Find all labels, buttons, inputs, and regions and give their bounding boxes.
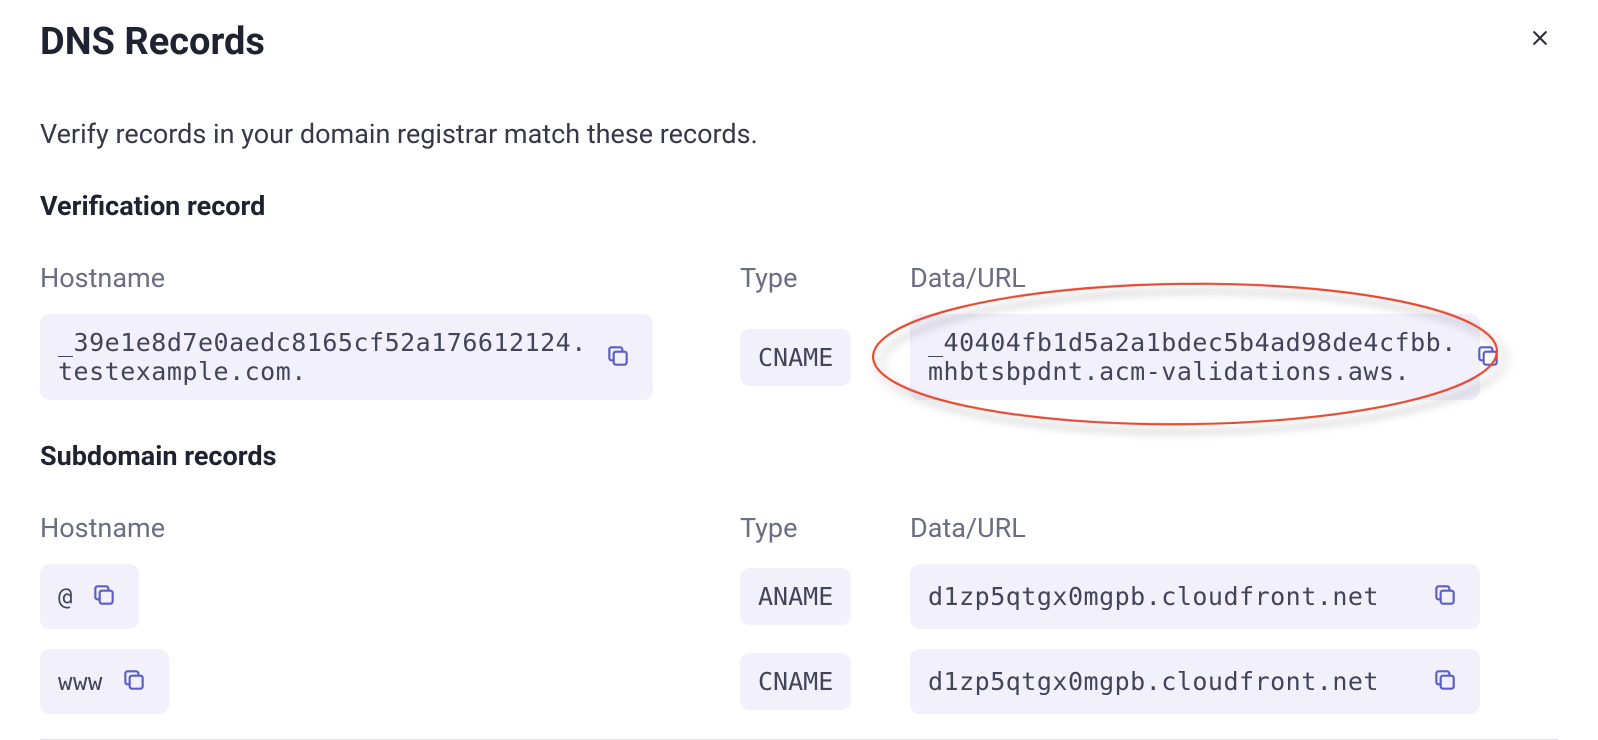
col-header-type: Type [740, 262, 890, 294]
col-header-data: Data/URL [910, 512, 1558, 544]
subdomain-data-value: d1zp5qtgx0mgpb.cloudfront.net [910, 649, 1480, 714]
subdomain-data-value: d1zp5qtgx0mgpb.cloudfront.net [910, 564, 1480, 629]
page-title: DNS Records [40, 20, 265, 64]
data-text: d1zp5qtgx0mgpb.cloudfront.net [928, 582, 1379, 611]
copy-data-button[interactable] [1428, 663, 1462, 700]
hostname-text-line1: _39e1e8d7e0aedc8165cf52a176612124. [58, 328, 587, 357]
subdomain-hostname-value: @ [40, 564, 139, 629]
copy-data-button[interactable] [1471, 339, 1505, 376]
copy-hostname-button[interactable] [117, 663, 151, 700]
type-text: CNAME [758, 667, 833, 696]
copy-hostname-button[interactable] [601, 339, 635, 376]
hostname-text: @ [58, 583, 73, 611]
subdomain-type-pill: ANAME [740, 568, 851, 625]
verification-record-grid: Hostname Type Data/URL _39e1e8d7e0aedc81… [40, 262, 1558, 400]
data-text: d1zp5qtgx0mgpb.cloudfront.net [928, 667, 1379, 696]
verification-type-pill: CNAME [740, 329, 851, 386]
col-header-hostname: Hostname [40, 512, 720, 544]
type-text: CNAME [758, 343, 833, 372]
subdomain-type-pill: CNAME [740, 653, 851, 710]
data-text-line1: _40404fb1d5a2a1bdec5b4ad98de4cfbb. [928, 328, 1457, 357]
hostname-text: www [58, 668, 103, 696]
col-header-hostname: Hostname [40, 262, 720, 294]
close-icon [1530, 28, 1550, 48]
close-button[interactable] [1522, 20, 1558, 59]
copy-icon [1432, 667, 1458, 693]
subdomain-section-title: Subdomain records [40, 440, 1558, 472]
copy-icon [1475, 343, 1501, 369]
data-text-line2: mhbtsbpdnt.acm-validations.aws. [928, 357, 1457, 386]
subdomain-hostname-value: www [40, 649, 169, 714]
copy-icon [91, 582, 117, 608]
col-header-data: Data/URL [910, 262, 1558, 294]
col-header-type: Type [740, 512, 890, 544]
verification-hostname-value: _39e1e8d7e0aedc8165cf52a176612124. teste… [40, 314, 653, 400]
copy-icon [121, 667, 147, 693]
copy-hostname-button[interactable] [87, 578, 121, 615]
type-text: ANAME [758, 582, 833, 611]
copy-icon [1432, 582, 1458, 608]
hostname-text-line2: testexample.com. [58, 357, 587, 386]
copy-icon [605, 343, 631, 369]
verification-data-value: _40404fb1d5a2a1bdec5b4ad98de4cfbb. mhbts… [910, 314, 1480, 400]
copy-data-button[interactable] [1428, 578, 1462, 615]
subdomain-record-grid: Hostname Type Data/URL @ ANAME d1zp5qtg [40, 512, 1558, 714]
verification-section-title: Verification record [40, 190, 1558, 222]
description-text: Verify records in your domain registrar … [40, 118, 1558, 150]
